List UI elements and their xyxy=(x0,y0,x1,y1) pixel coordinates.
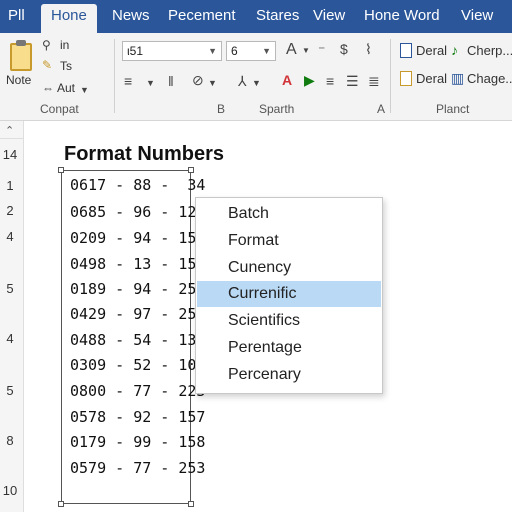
menu-item-cunency[interactable]: Cunency xyxy=(197,255,381,281)
selection-handle[interactable] xyxy=(58,167,64,173)
align-icon[interactable]: ≡ xyxy=(124,73,132,89)
paragraph-icon[interactable]: ≣ xyxy=(368,73,380,89)
menu-item-perentage[interactable]: Perentage xyxy=(197,335,381,361)
font-color-icon[interactable]: A xyxy=(282,72,292,88)
chart-icon: ♪ xyxy=(451,42,458,58)
clipboard-icon xyxy=(10,40,32,71)
styles-group-label: Sparth xyxy=(259,102,295,116)
font-name-value: ι51 xyxy=(127,44,144,58)
copy-label[interactable]: in xyxy=(60,38,69,52)
shrink-font-icon[interactable]: ⁻ xyxy=(318,42,325,58)
font-group-label: B xyxy=(217,102,226,116)
row-header: ⌃ 14 1 2 4 5 4 5 8 10 xyxy=(0,121,24,512)
number-cell[interactable]: 0685 - 96 - 127 xyxy=(70,203,205,221)
document-icon xyxy=(400,71,412,86)
clipboard-group-label: Conpat xyxy=(40,102,79,116)
tab-news[interactable]: News xyxy=(112,7,150,24)
format-painter-icon[interactable]: ✎ xyxy=(42,57,52,73)
play-icon[interactable]: ▶ xyxy=(304,72,315,88)
tab-hone-word[interactable]: Hone Word xyxy=(364,7,440,24)
eraser-icon[interactable]: ⊘ xyxy=(192,72,204,88)
cut-label[interactable]: Ts xyxy=(60,59,72,73)
planct-item-4[interactable]: Chage... xyxy=(467,71,512,86)
font-size-value: 6 xyxy=(231,44,238,58)
divider xyxy=(114,39,115,113)
number-cell[interactable]: 0189 - 94 - 255 xyxy=(70,280,205,298)
planct-item-3[interactable]: Deral xyxy=(416,71,447,86)
tab-view-2[interactable]: View xyxy=(461,7,493,24)
document-icon xyxy=(400,43,412,58)
autofit-icon[interactable]: ⇔ xyxy=(42,80,54,96)
tab-pecement[interactable]: Pecement xyxy=(168,7,236,24)
autofit-label[interactable]: Aut xyxy=(57,81,75,95)
indent-icon[interactable]: ⅄ xyxy=(238,73,247,89)
copy-icon[interactable]: ⚲ xyxy=(42,37,51,53)
divider xyxy=(390,39,391,113)
brush-icon[interactable]: ⌇ xyxy=(365,41,372,57)
row-number[interactable]: 10 xyxy=(0,483,20,498)
font-size-select[interactable]: 6 ▼ xyxy=(226,41,276,61)
font-name-select[interactable]: ι51 ▼ xyxy=(122,41,222,61)
styles-corner-label: A xyxy=(377,102,386,116)
sheet-title[interactable]: Format Numbers xyxy=(64,143,224,166)
collapse-icon[interactable]: ⌃ xyxy=(5,123,14,139)
list-icon[interactable]: ≡ xyxy=(326,73,334,89)
chevron-down-icon[interactable]: ▼ xyxy=(208,75,217,91)
row-number[interactable]: 4 xyxy=(0,331,20,346)
row-number[interactable]: 5 xyxy=(0,281,20,296)
row-number[interactable]: 8 xyxy=(0,433,20,448)
menu-item-format[interactable]: Format xyxy=(197,228,381,254)
selection-handle[interactable] xyxy=(188,501,194,507)
tab-bar: Pll Hone News Pecement Stares View Hone … xyxy=(0,0,512,33)
row-number[interactable]: 14 xyxy=(0,147,20,162)
number-cell[interactable]: 0309 - 52 - 106 xyxy=(70,356,205,374)
row-number[interactable]: 1 xyxy=(0,178,20,193)
number-cell[interactable]: 0578 - 92 - 157 xyxy=(70,408,205,426)
paste-button[interactable]: Note xyxy=(2,35,36,95)
grow-font-icon[interactable]: A xyxy=(286,42,297,58)
chevron-down-icon[interactable]: ▼ xyxy=(80,82,89,98)
chevron-down-icon: ▼ xyxy=(262,46,271,56)
tab-view[interactable]: View xyxy=(313,7,345,24)
tab-pll[interactable]: Pll xyxy=(8,7,25,24)
columns-icon[interactable]: ‖ xyxy=(168,73,174,89)
number-cell[interactable]: 0429 - 97 - 254 xyxy=(70,305,205,323)
row-number[interactable]: 2 xyxy=(0,203,20,218)
chevron-down-icon: ▼ xyxy=(208,46,217,56)
chevron-down-icon[interactable]: ▼ xyxy=(252,75,261,91)
number-cell[interactable]: 0579 - 77 - 253 xyxy=(70,459,205,477)
menu-item-scientifics[interactable]: Scientifics xyxy=(197,308,381,334)
menu-item-currenific[interactable]: Currenific xyxy=(197,281,381,307)
tab-stares[interactable]: Stares xyxy=(256,7,299,24)
planct-item-2[interactable]: Cherp... xyxy=(467,43,512,58)
number-cell[interactable]: 0209 - 94 - 155 xyxy=(70,229,205,247)
row-number[interactable]: 5 xyxy=(0,383,20,398)
chevron-down-icon[interactable]: ▼ xyxy=(302,43,310,59)
menu-item-batch[interactable]: Batch xyxy=(197,201,381,227)
planct-group-label: Planct xyxy=(436,102,470,116)
number-cell[interactable]: 0498 - 13 - 155 xyxy=(70,255,205,273)
bullets-icon[interactable]: ☰ xyxy=(346,73,359,89)
tab-home[interactable]: Hone xyxy=(41,4,97,33)
row-number[interactable]: 4 xyxy=(0,229,20,244)
planct-item-1[interactable]: Deral xyxy=(416,43,447,58)
ribbon: Note ⚲ in ✎ Ts ⇔ Aut ▼ Conpat ι51 ▼ 6 ▼ … xyxy=(0,33,512,121)
number-cell[interactable]: 0800 - 77 - 223 xyxy=(70,382,205,400)
menu-item-percenary[interactable]: Percenary xyxy=(197,362,381,388)
number-cell[interactable]: 0179 - 99 - 158 xyxy=(70,433,205,451)
selection-handle[interactable] xyxy=(188,167,194,173)
chevron-down-icon[interactable]: ▼ xyxy=(146,75,155,91)
format-dropdown-menu: Batch Format Cunency Currenific Scientif… xyxy=(195,197,383,394)
chart-icon: ▥ xyxy=(451,70,465,86)
number-cell[interactable]: 0488 - 54 - 133 xyxy=(70,331,205,349)
dollar-icon[interactable]: $ xyxy=(340,41,348,57)
selection-handle[interactable] xyxy=(58,501,64,507)
paste-label: Note xyxy=(6,73,32,87)
number-cell[interactable]: 0617 - 88 - 34 xyxy=(70,176,205,194)
